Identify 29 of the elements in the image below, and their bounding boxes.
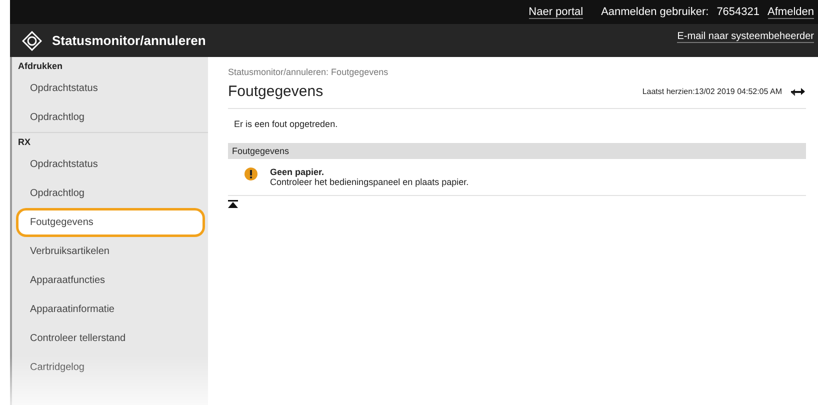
portal-link[interactable]: Naer portal: [528, 6, 584, 18]
user-id: 7654321: [716, 6, 760, 18]
nav-item[interactable]: Controleer tellerstand: [16, 324, 205, 353]
nav-item[interactable]: Opdrachtlog: [16, 179, 205, 208]
error-title: Geen papier.: [270, 167, 326, 177]
nav-item[interactable]: Opdrachtstatus: [16, 150, 205, 179]
section-heading: Afdrukken: [17, 60, 64, 73]
error-detail: Controleer het bedieningspaneel en plaats papier.: [270, 177, 469, 187]
error-message: Er is een fout opgetreden.: [234, 119, 339, 129]
logout-link[interactable]: Afmelden: [768, 6, 814, 18]
refresh-icon[interactable]: [790, 86, 806, 98]
nav-item[interactable]: Apparaatinformatie: [16, 295, 205, 324]
user-label: Aanmelden gebruiker:: [601, 6, 709, 18]
nav-item[interactable]: Foutgegevens: [16, 208, 205, 237]
nav-item[interactable]: Cartridgelog: [16, 353, 205, 382]
section-heading: RX: [17, 136, 32, 149]
last-updated: Laatst herzien:13/02 2019 04:52:05 AM: [642, 87, 782, 96]
nav-item[interactable]: Opdrachtlog: [16, 103, 205, 132]
warning-icon: [244, 167, 258, 181]
breadcrumb: Statusmonitor/annuleren: Foutgegevens: [228, 67, 390, 77]
page-title: Foutgegevens: [228, 83, 324, 100]
section-header: Foutgegevens: [228, 143, 806, 159]
nav-item[interactable]: Verbruiksartikelen: [16, 237, 205, 266]
email-admin-link[interactable]: E-mail naar systeembeheerder: [677, 30, 814, 42]
app-title: Statusmonitor/annuleren: [52, 33, 207, 48]
back-to-top-icon[interactable]: [228, 200, 238, 209]
nav-item[interactable]: Opdrachtstatus: [16, 74, 205, 103]
nav-item[interactable]: Apparaatfuncties: [16, 266, 205, 295]
logo-icon: [22, 30, 42, 50]
